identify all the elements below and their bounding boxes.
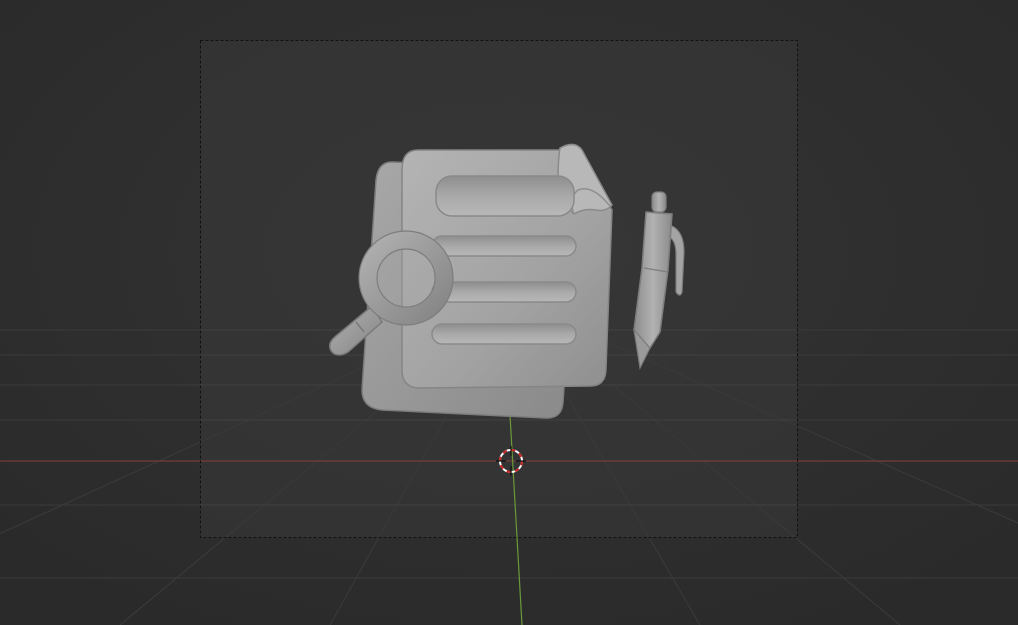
viewport-canvas[interactable] xyxy=(0,0,1018,625)
magnifier-lens xyxy=(378,250,434,306)
text-line-3 xyxy=(431,323,577,345)
text-line-1 xyxy=(431,235,577,257)
text-line-2 xyxy=(431,281,577,303)
title-block xyxy=(435,175,575,217)
3d-viewport[interactable] xyxy=(0,0,1018,625)
pen-button xyxy=(651,191,667,213)
